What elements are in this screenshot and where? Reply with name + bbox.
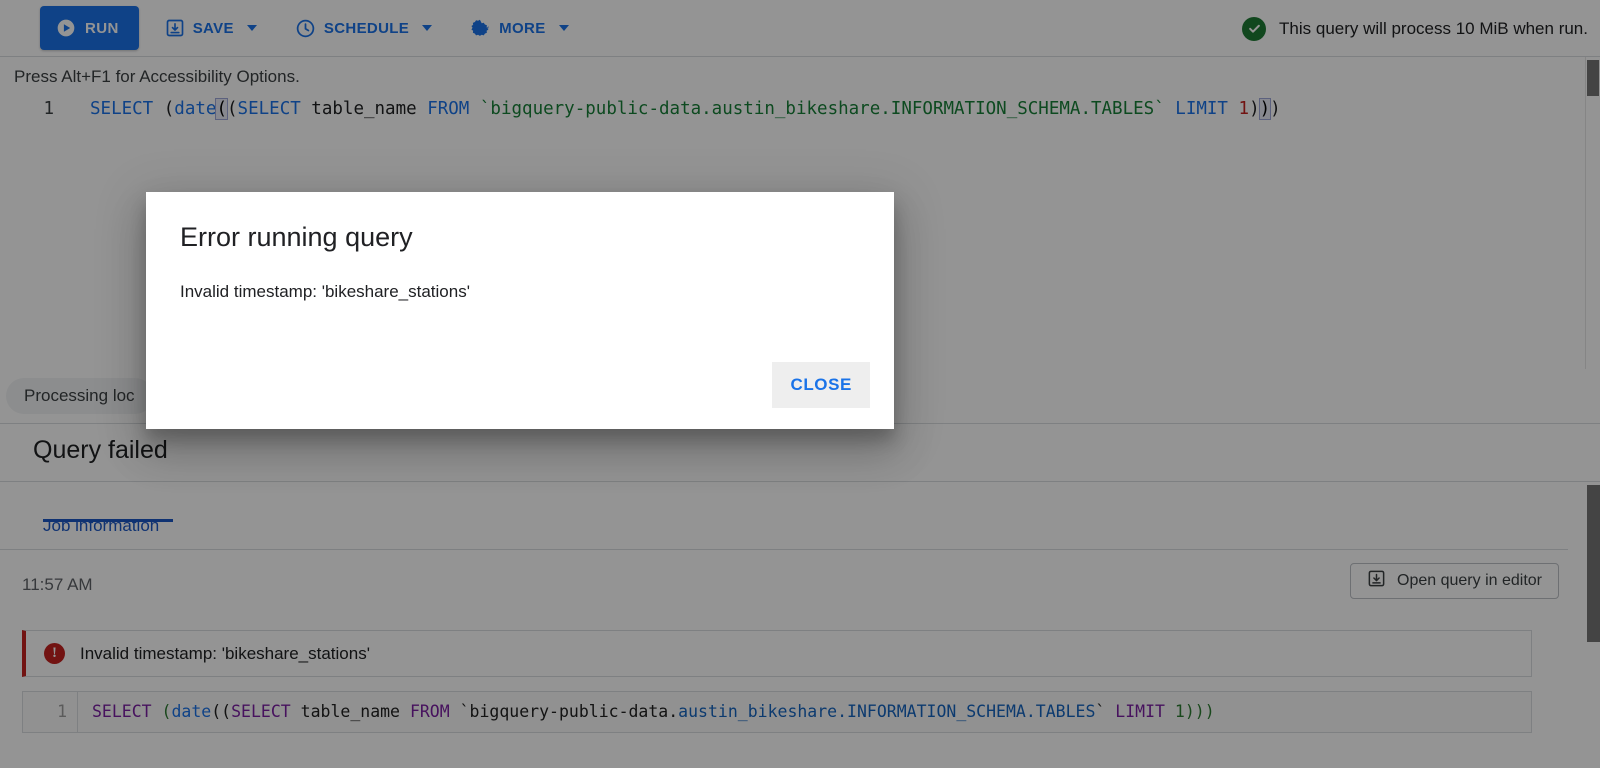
error-dialog: Error running query Invalid timestamp: '…	[146, 192, 894, 429]
app-root: RUN SAVE SCHEDULE MORE This query will p…	[0, 0, 1600, 768]
error-dialog-message: Invalid timestamp: 'bikeshare_stations'	[180, 282, 470, 301]
error-dialog-close-button[interactable]: CLOSE	[772, 362, 870, 408]
error-dialog-title: Error running query	[180, 222, 413, 252]
